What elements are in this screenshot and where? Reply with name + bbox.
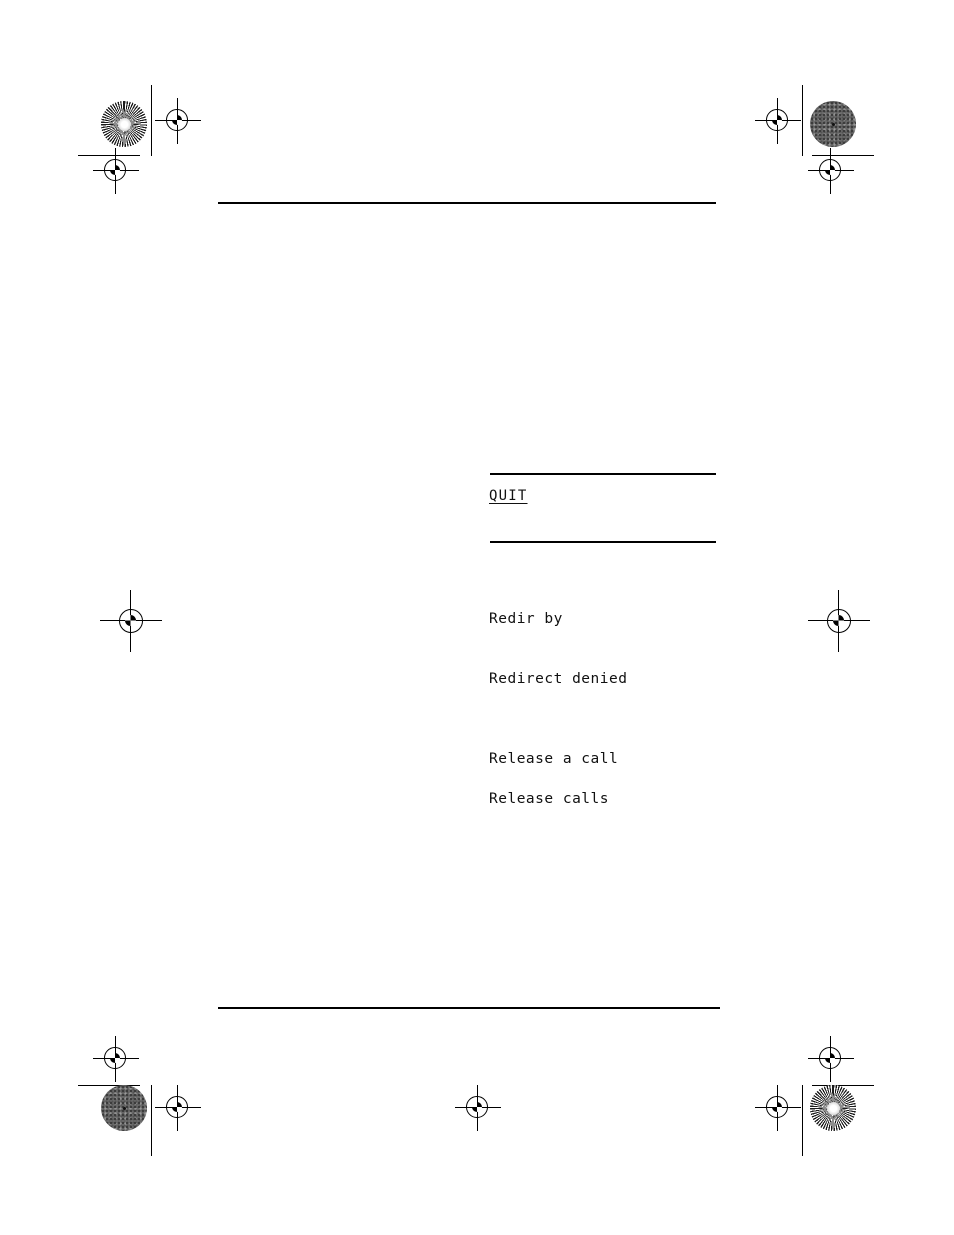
registration-mark-bottom-center xyxy=(455,1085,501,1131)
trim-mark-top-right-vertical xyxy=(802,85,803,156)
entry-release-a-call: Release a call xyxy=(489,751,619,767)
registration-mark-top-left xyxy=(155,98,201,144)
bottom-body-rule xyxy=(218,1007,720,1009)
registration-mark-right-middle xyxy=(808,590,870,652)
entry-quit: QUIT xyxy=(489,488,528,504)
trim-mark-bottom-right-vertical xyxy=(802,1085,803,1156)
quit-section-bottom-rule xyxy=(490,541,716,543)
entry-redir-by: Redir by xyxy=(489,611,563,627)
entry-release-calls: Release calls xyxy=(489,791,609,807)
registration-mark-top-right-trim xyxy=(808,148,854,194)
registration-mark-left-middle xyxy=(100,590,162,652)
crosshair-quadrant-dot-icon xyxy=(825,1053,835,1063)
halftone-patch-icon-top-right xyxy=(810,101,856,147)
crosshair-quadrant-dot-icon xyxy=(110,165,120,175)
registration-mark-bottom-right-trim xyxy=(808,1036,854,1082)
crosshair-quadrant-dot-icon xyxy=(833,615,844,626)
registration-mark-top-left-trim xyxy=(93,148,139,194)
star-target-icon-top-left xyxy=(101,101,147,147)
trim-mark-bottom-right-horizontal xyxy=(812,1085,874,1086)
crosshair-quadrant-dot-icon xyxy=(472,1102,482,1112)
crosshair-quadrant-dot-icon xyxy=(172,1102,182,1112)
registration-mark-bottom-left xyxy=(155,1085,201,1131)
halftone-patch-icon-bottom-left xyxy=(101,1085,147,1131)
document-page: QUIT Redir by Redirect denied Release a … xyxy=(0,0,954,1235)
crosshair-quadrant-dot-icon xyxy=(172,115,182,125)
crosshair-quadrant-dot-icon xyxy=(772,1102,782,1112)
top-body-rule xyxy=(218,202,716,204)
crosshair-quadrant-dot-icon xyxy=(825,165,835,175)
registration-mark-bottom-left-trim xyxy=(93,1036,139,1082)
trim-mark-top-left-vertical xyxy=(151,85,152,156)
crosshair-quadrant-dot-icon xyxy=(110,1053,120,1063)
crosshair-quadrant-dot-icon xyxy=(772,115,782,125)
quit-section-top-rule xyxy=(490,473,716,475)
star-target-icon-bottom-right xyxy=(810,1085,856,1131)
trim-mark-bottom-left-vertical xyxy=(151,1085,152,1156)
entry-redirect-denied: Redirect denied xyxy=(489,671,628,687)
crosshair-quadrant-dot-icon xyxy=(125,615,136,626)
registration-mark-top-right xyxy=(755,98,801,144)
registration-mark-bottom-right xyxy=(755,1085,801,1131)
